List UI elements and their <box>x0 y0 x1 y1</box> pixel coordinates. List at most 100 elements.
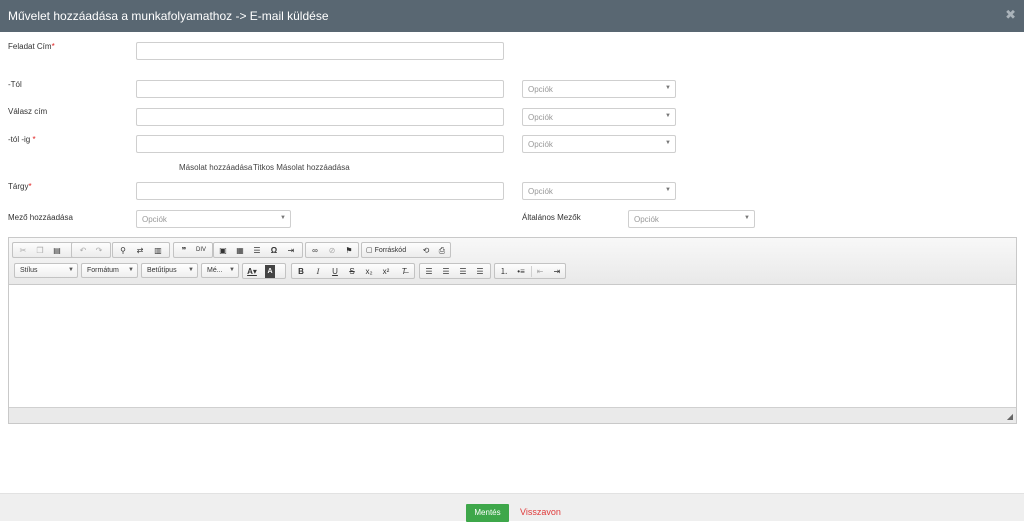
background-color-icon[interactable]: A <box>265 265 275 278</box>
table-icon[interactable]: ▦ <box>233 244 247 257</box>
bullet-list-icon[interactable]: •≡ <box>514 265 528 278</box>
unlink-icon[interactable]: ⊘ <box>325 244 339 257</box>
to-input[interactable] <box>136 135 504 153</box>
align-group: ☰ ☰ ☰ ☰ <box>419 263 491 279</box>
to-label-text: -tól -ig <box>8 135 31 144</box>
italic-icon[interactable]: I <box>311 265 325 278</box>
font-combo[interactable]: Betűtípus ▼ <box>141 263 198 278</box>
numbered-list-icon[interactable]: ⒈ <box>497 265 511 278</box>
reply-to-options-value: Opciók <box>528 113 553 122</box>
modal-footer: Mentés Visszavon <box>0 493 1024 522</box>
undo-group: ↶ ↷ <box>71 242 111 258</box>
div-icon[interactable]: DIV <box>194 244 208 257</box>
task-name-input[interactable] <box>136 42 504 60</box>
save-button[interactable]: Mentés <box>466 504 509 522</box>
required-mark: * <box>51 42 55 51</box>
style-combo[interactable]: Stílus ▼ <box>14 263 78 278</box>
modal-title: Művelet hozzáadása a munkafolyamathoz ->… <box>8 9 329 23</box>
align-right-icon[interactable]: ☰ <box>456 265 470 278</box>
from-label: -Tól <box>8 80 22 89</box>
subscript-icon[interactable]: x₂ <box>362 265 376 278</box>
strikethrough-icon[interactable]: S <box>345 265 359 278</box>
document-group: ▢ Forráskód ⟲ ⎙ <box>361 242 451 258</box>
align-left-icon[interactable]: ☰ <box>422 265 436 278</box>
source-label: Forráskód <box>374 247 407 254</box>
close-icon[interactable]: ✖ <box>1005 8 1016 21</box>
redo-icon[interactable]: ↷ <box>92 244 106 257</box>
editor-content-area[interactable] <box>9 285 1016 409</box>
undo-icon[interactable]: ↶ <box>76 244 90 257</box>
add-field-label: Mező hozzáadása <box>8 213 73 222</box>
link-group: ∞ ⊘ ⚑ <box>305 242 359 258</box>
special-char-icon[interactable]: Ω <box>267 244 281 257</box>
chevron-down-icon: ▼ <box>128 267 134 273</box>
required-mark: * <box>28 182 32 191</box>
color-group: A▾ A <box>242 263 286 279</box>
reply-to-input[interactable] <box>136 108 504 126</box>
text-color-icon[interactable]: A▾ <box>245 265 259 278</box>
preview-icon[interactable]: ⎙ <box>435 244 449 257</box>
indent-icon[interactable]: ⇥ <box>550 265 564 278</box>
templates-icon[interactable]: ⟲ <box>419 244 433 257</box>
cut-icon[interactable]: ✂ <box>16 244 30 257</box>
paste-icon[interactable]: ▤ <box>50 244 64 257</box>
horizontal-line-icon[interactable]: ☰ <box>250 244 264 257</box>
to-options-select[interactable]: Opciók ▼ <box>522 135 676 153</box>
modal-header: Művelet hozzáadása a munkafolyamathoz ->… <box>0 0 1024 32</box>
subject-label: Tárgy* <box>8 182 32 191</box>
spellcheck-icon[interactable]: ▥ <box>151 244 165 257</box>
add-cc-link[interactable]: Másolat hozzáadása <box>179 163 252 172</box>
general-fields-select[interactable]: Opciók ▼ <box>628 210 755 228</box>
justify-icon[interactable]: ☰ <box>473 265 487 278</box>
format-combo-label: Formátum <box>87 267 119 274</box>
from-options-value: Opciók <box>528 85 553 94</box>
from-input[interactable] <box>136 80 504 98</box>
chevron-down-icon: ▼ <box>665 187 671 193</box>
chevron-down-icon: ▼ <box>665 113 671 119</box>
underline-icon[interactable]: U <box>328 265 342 278</box>
resize-grip-icon[interactable]: ◢ <box>1007 412 1013 421</box>
list-group: ⒈ •≡ ⇤ ⇥ <box>494 263 566 279</box>
from-options-select[interactable]: Opciók ▼ <box>522 80 676 98</box>
chevron-down-icon: ▼ <box>665 140 671 146</box>
to-label: -tól -ig * <box>8 135 36 144</box>
link-icon[interactable]: ∞ <box>308 244 322 257</box>
task-name-label-text: Feladat Cím <box>8 42 52 51</box>
add-bcc-link[interactable]: Titkos Másolat hozzáadása <box>253 163 350 172</box>
task-name-label: Feladat Cím* <box>8 42 55 51</box>
format-combo[interactable]: Formátum ▼ <box>81 263 138 278</box>
insert-group: ▣ ▦ ☰ Ω ⇥ <box>213 242 303 258</box>
to-options-value: Opciók <box>528 140 553 149</box>
find-group: ⚲ ⇄ ▥ <box>112 242 170 258</box>
outdent-icon[interactable]: ⇤ <box>533 265 547 278</box>
general-fields-label: Általános Mezők <box>522 213 581 222</box>
editor-status-bar: ◢ <box>9 407 1016 423</box>
remove-format-icon[interactable]: T̶ <box>397 265 411 278</box>
page-break-icon[interactable]: ⇥ <box>284 244 298 257</box>
reply-to-options-select[interactable]: Opciók ▼ <box>522 108 676 126</box>
subject-options-select[interactable]: Opciók ▼ <box>522 182 676 200</box>
anchor-icon[interactable]: ⚑ <box>342 244 356 257</box>
cancel-button[interactable]: Visszavon <box>520 507 561 517</box>
editor-toolbar: ✂ ❐ ▤ ↶ ↷ ⚲ ⇄ ▥ ❞ DIV ▣ ▦ ☰ Ω ⇥ ∞ ⊘ ⚑ ▢ … <box>9 238 1016 285</box>
bold-icon[interactable]: B <box>294 265 308 278</box>
add-field-select[interactable]: Opciók ▼ <box>136 210 291 228</box>
copy-icon[interactable]: ❐ <box>33 244 47 257</box>
image-icon[interactable]: ▣ <box>216 244 230 257</box>
general-fields-value: Opciók <box>634 215 659 224</box>
blockquote-icon[interactable]: ❞ <box>177 244 191 257</box>
add-field-value: Opciók <box>142 215 167 224</box>
chevron-down-icon: ▼ <box>280 215 286 221</box>
chevron-down-icon: ▼ <box>188 267 194 273</box>
required-mark: * <box>32 135 36 144</box>
source-button[interactable]: ▢ Forráskód <box>364 244 408 257</box>
chevron-down-icon: ▼ <box>229 267 235 273</box>
chevron-down-icon: ▼ <box>744 215 750 221</box>
superscript-icon[interactable]: x² <box>379 265 393 278</box>
font-combo-label: Betűtípus <box>147 267 177 274</box>
replace-icon[interactable]: ⇄ <box>133 244 147 257</box>
size-combo[interactable]: Mé... ▼ <box>201 263 239 278</box>
align-center-icon[interactable]: ☰ <box>439 265 453 278</box>
subject-input[interactable] <box>136 182 504 200</box>
find-icon[interactable]: ⚲ <box>116 244 130 257</box>
